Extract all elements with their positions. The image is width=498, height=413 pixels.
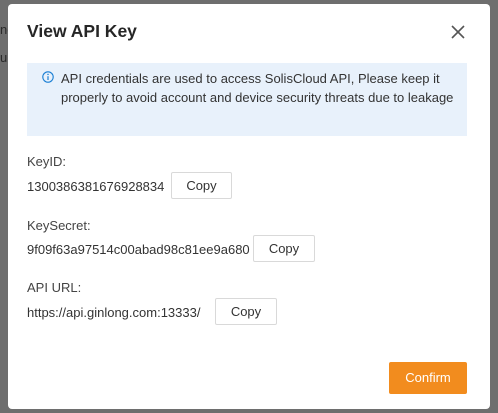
api-url-label: API URL: — [27, 280, 82, 295]
info-alert: API credentials are used to access Solis… — [27, 63, 467, 136]
close-icon — [451, 25, 465, 39]
dialog-title: View API Key — [27, 21, 137, 41]
key-secret-value: 9f09f63a97514c00abad98c81ee9a680 — [27, 242, 250, 257]
close-button[interactable] — [448, 22, 468, 42]
confirm-button[interactable]: Confirm — [389, 362, 467, 394]
copy-key-secret-button[interactable]: Copy — [253, 235, 315, 262]
copy-key-id-button[interactable]: Copy — [171, 172, 232, 199]
backdrop-text-fragment: u — [0, 50, 8, 65]
key-id-value: 1300386381676928834 — [27, 179, 165, 194]
view-api-key-dialog: View API Key API credentials are used to… — [8, 4, 490, 409]
api-url-value: https://api.ginlong.com:13333/ — [27, 305, 201, 320]
copy-api-url-button[interactable]: Copy — [215, 298, 277, 325]
info-circle-icon — [42, 71, 54, 83]
info-text: API credentials are used to access Solis… — [61, 71, 454, 105]
key-secret-label: KeySecret: — [27, 218, 91, 233]
key-id-label: KeyID: — [27, 154, 67, 169]
